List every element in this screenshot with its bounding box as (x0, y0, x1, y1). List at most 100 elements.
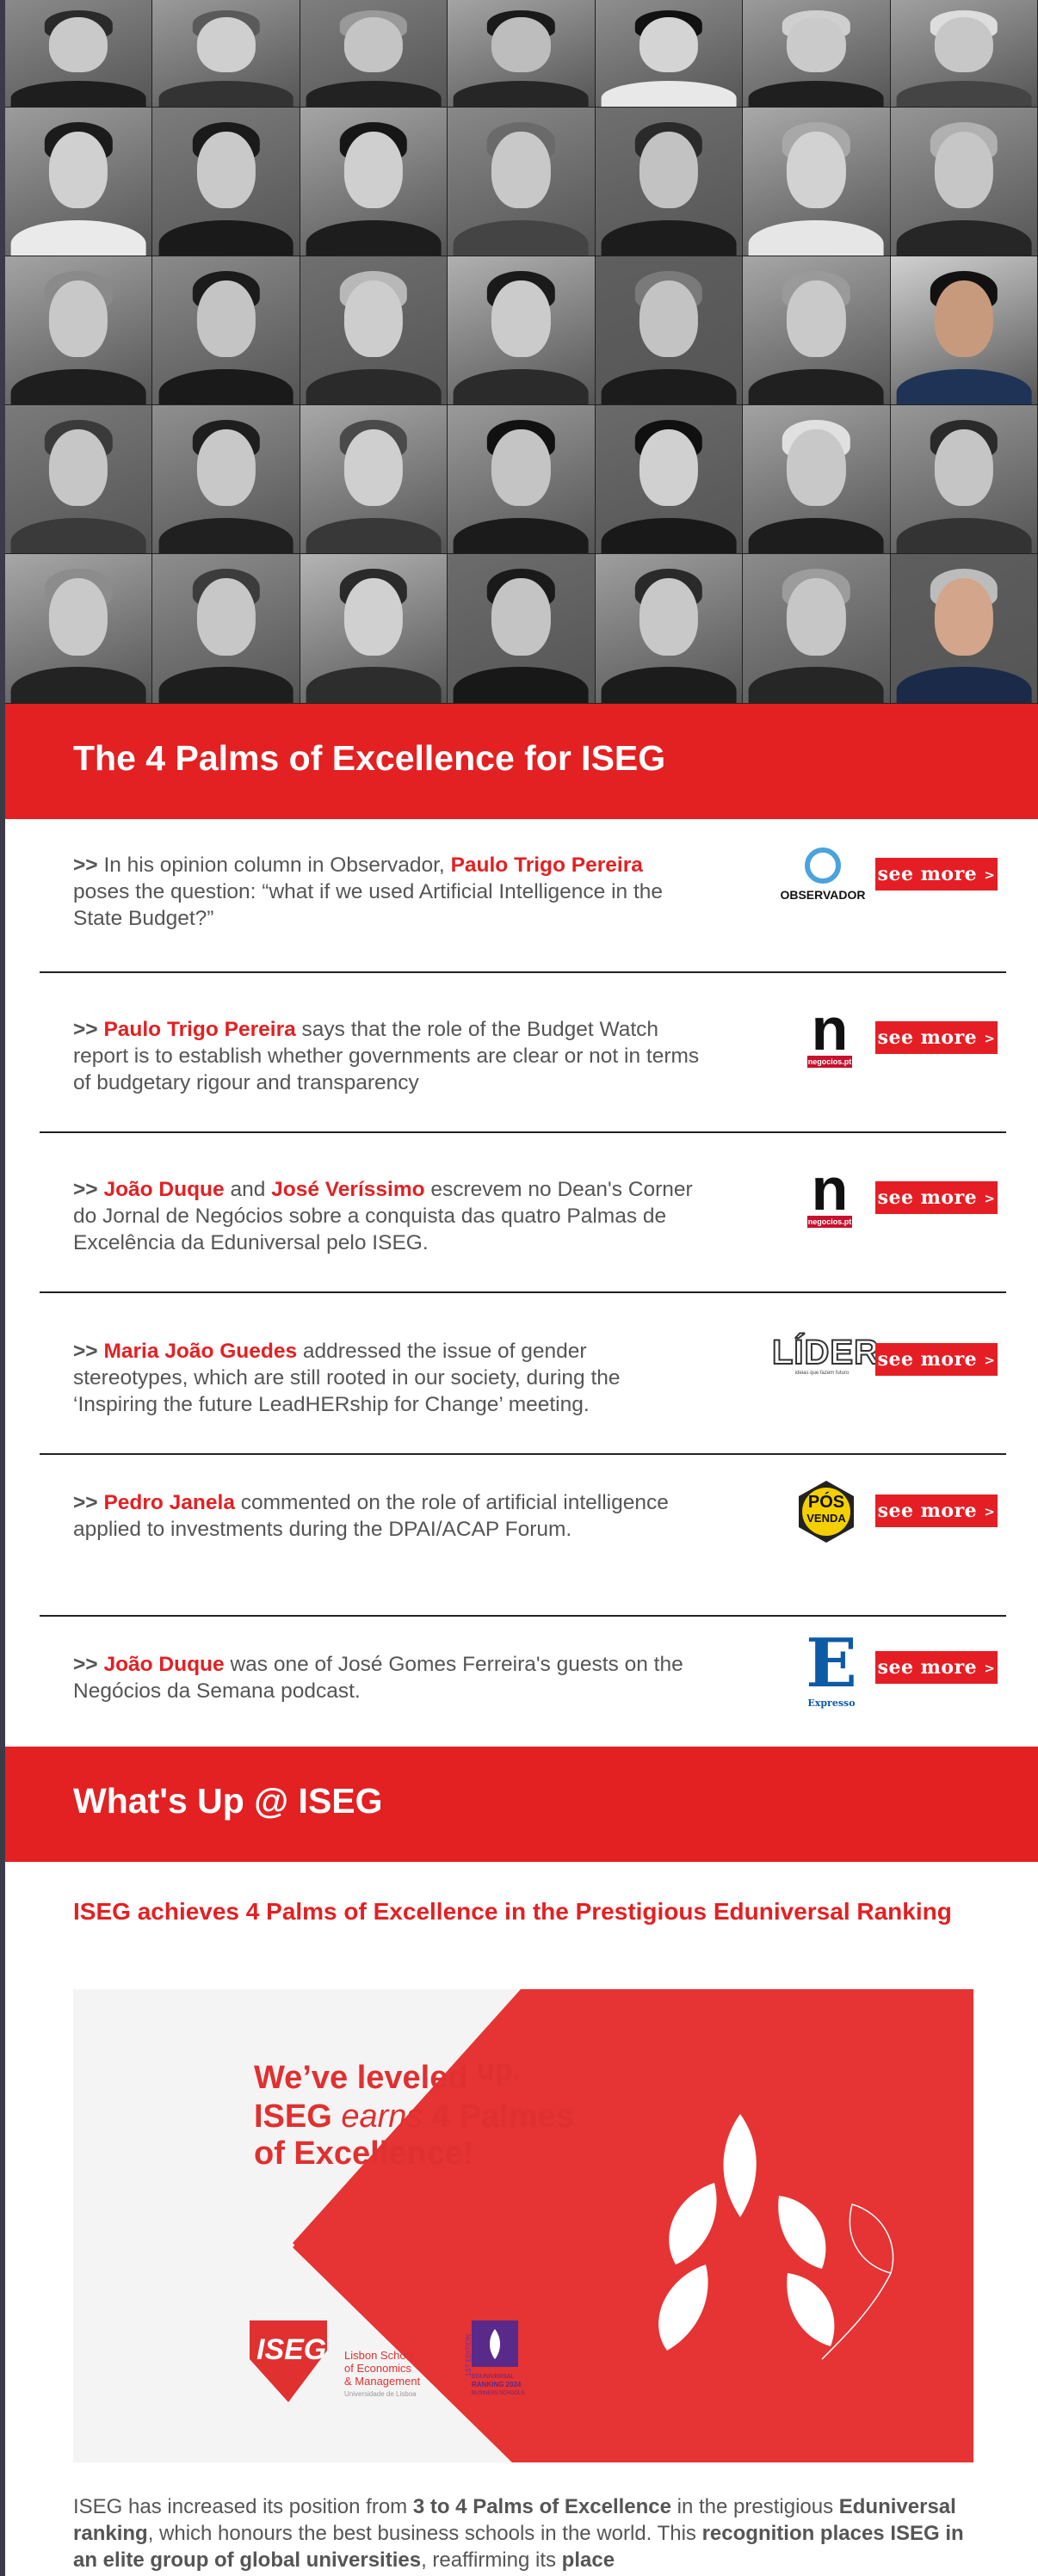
portrait-face (343, 428, 404, 506)
person-name: João Duque (103, 1653, 225, 1676)
see-more-label: see more (877, 863, 978, 885)
svg-text:ISEG: ISEG (256, 2333, 326, 2366)
see-more-button[interactable]: see more > (875, 1494, 998, 1527)
portrait-face (934, 280, 993, 357)
faculty-portrait (152, 405, 300, 554)
arrow-marker: >> (73, 1653, 104, 1676)
faculty-portrait (743, 405, 891, 554)
section-header-palms: The 4 Palms of Excellence for ISEG (5, 704, 1038, 819)
portrait-shoulders (601, 368, 737, 404)
portrait-shoulders (748, 667, 884, 703)
news-text: >> In his opinion column in Observador, … (73, 852, 701, 932)
news-text: >> Pedro Janela commented on the role of… (73, 1489, 701, 1543)
portrait-face (934, 428, 993, 506)
see-more-button[interactable]: see more > (875, 1021, 998, 1054)
lider-logo[interactable]: LÍDER ideias que fazem futuro (771, 1334, 880, 1383)
observador-logo[interactable]: OBSERVADOR (771, 845, 874, 905)
portrait-shoulders (158, 517, 294, 553)
faculty-portrait (595, 0, 744, 108)
portrait-face (787, 131, 846, 208)
see-more-button[interactable]: see more > (875, 1343, 998, 1376)
person-name: João Duque (103, 1178, 225, 1201)
faculty-portrait (300, 108, 448, 256)
portrait-shoulders (306, 368, 442, 404)
svg-text:ISEG earns 4 Palmes: ISEG earns 4 Palmes (254, 2098, 574, 2135)
faculty-portrait (152, 108, 300, 256)
portrait-shoulders (748, 368, 884, 404)
portrait-face (49, 16, 108, 73)
faculty-portrait (743, 554, 891, 704)
negocios-label: negocios.pt (807, 1216, 852, 1228)
see-more-button[interactable]: see more > (875, 858, 998, 891)
portrait-shoulders (158, 219, 294, 256)
hero-graphic: We’ve leveled up. ISEG earns 4 Palmes of… (250, 1989, 973, 2462)
faculty-portrait (5, 405, 153, 554)
portrait-shoulders (748, 219, 884, 256)
negocios-logo[interactable]: n negocios.pt (804, 999, 856, 1069)
portrait-shoulders (601, 81, 737, 107)
news-item: >> Pedro Janela commented on the role of… (5, 1455, 1038, 1617)
portrait-shoulders (10, 517, 146, 553)
portrait-shoulders (158, 81, 294, 107)
section-title: What's Up @ ISEG (73, 1781, 383, 1821)
negocios-n-icon: n (811, 1156, 849, 1223)
person-name: Maria João Guedes (103, 1340, 298, 1363)
portrait-face (639, 428, 699, 506)
faculty-portrait (890, 554, 1038, 704)
faculty-portrait (743, 108, 891, 256)
section-header-whats-up: What's Up @ ISEG (5, 1747, 1038, 1862)
chevron-right-icon: > (984, 1504, 996, 1519)
portrait-shoulders (454, 368, 589, 404)
faculty-portrait (300, 405, 448, 554)
faculty-portrait (300, 0, 448, 108)
article-text: , which honours the best business school… (147, 2522, 702, 2545)
negocios-logo[interactable]: n negocios.pt (804, 1159, 856, 1229)
news-item: >> Paulo Trigo Pereira says that the rol… (5, 973, 1038, 1133)
article-title[interactable]: ISEG achieves 4 Palms of Excellence in t… (73, 1895, 977, 1927)
arrow-marker: >> (73, 1340, 104, 1363)
hero-line3: of Excellence! (254, 2135, 474, 2172)
svg-text:BUSINESS SCHOOLS: BUSINESS SCHOOLS (472, 2391, 524, 2396)
lider-tagline: ideias que fazem futuro (794, 1371, 850, 1376)
svg-text:Universidade de Lisboa: Universidade de Lisboa (344, 2390, 417, 2398)
see-more-label: see more (877, 1186, 978, 1209)
portrait-shoulders (10, 219, 146, 256)
arrow-marker: >> (73, 1018, 104, 1041)
portrait-shoulders (10, 667, 146, 703)
portrait-shoulders (306, 219, 442, 256)
article-text: ISEG has increased its position from (73, 2495, 413, 2518)
portrait-face (639, 16, 699, 73)
faculty-portrait (5, 0, 153, 108)
portrait-shoulders (306, 517, 442, 553)
article-hero-image[interactable]: We’ve leveled up. ISEG earns 4 Palmes of… (73, 1989, 973, 2462)
posvenda-logo[interactable]: PÓS VENDA (795, 1479, 857, 1544)
svg-text:RANKING 2024: RANKING 2024 (472, 2381, 522, 2388)
portrait-face (787, 577, 846, 656)
see-more-button[interactable]: see more > (875, 1181, 998, 1214)
faculty-portrait (595, 405, 744, 554)
see-more-button[interactable]: see more > (875, 1651, 998, 1684)
news-item: >> Maria João Guedes addressed the issue… (5, 1293, 1038, 1455)
see-more-label: see more (877, 1500, 978, 1522)
svg-text:1ST EDITION: 1ST EDITION (465, 2334, 473, 2376)
news-text: >> João Duque and José Veríssimo escreve… (73, 1176, 701, 1256)
faculty-portrait (152, 0, 300, 108)
faculty-portrait (448, 108, 596, 256)
see-more-label: see more (877, 1348, 978, 1371)
portrait-face (343, 577, 404, 656)
portrait-shoulders (158, 667, 294, 703)
article-highlight: place (561, 2548, 615, 2572)
newsletter-page: The 4 Palms of Excellence for ISEG >> In… (5, 0, 1038, 2576)
expresso-logo[interactable]: E Expresso (804, 1629, 859, 1711)
portrait-shoulders (10, 81, 146, 107)
portrait-face (196, 280, 256, 357)
portrait-face (343, 280, 404, 357)
portrait-face (491, 428, 551, 506)
portrait-shoulders (601, 667, 737, 703)
portrait-face (49, 131, 108, 208)
portrait-shoulders (601, 517, 737, 553)
article-body: ISEG has increased its position from 3 t… (73, 2493, 977, 2573)
observador-logo-text: OBSERVADOR (780, 888, 866, 902)
person-name: José Veríssimo (271, 1178, 425, 1201)
chevron-right-icon: > (984, 867, 996, 883)
